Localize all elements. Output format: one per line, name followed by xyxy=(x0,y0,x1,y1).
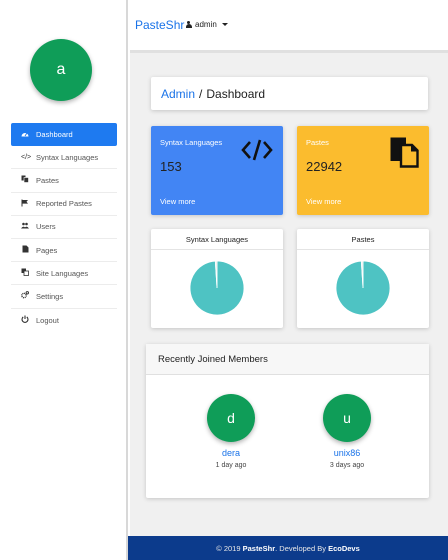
profile-initial: a xyxy=(56,61,66,78)
member-joined-time: 3 days ago xyxy=(329,462,365,469)
member-item[interactable]: u unix86 3 days ago xyxy=(312,394,382,469)
avatar[interactable]: u xyxy=(323,394,371,442)
chart-card-pastes: Pastes xyxy=(297,229,429,328)
footer: © 2019 PasteShr. Developed By EcoDevs xyxy=(128,536,448,560)
sidebar-item-label: Pages xyxy=(36,245,58,255)
user-name: admin xyxy=(195,20,217,29)
sidebar-item-label: Users xyxy=(36,222,56,232)
sidebar-item-label: Reported Pastes xyxy=(36,199,92,209)
member-name-link[interactable]: unix86 xyxy=(312,448,382,458)
stat-title: Pastes xyxy=(306,138,329,147)
stat-card-syntax-languages: Syntax Languages 153 View more xyxy=(151,126,283,215)
sidebar-item-site-languages[interactable]: Site Languages xyxy=(11,262,117,286)
view-more-link[interactable]: View more xyxy=(306,197,341,206)
cogs-icon xyxy=(21,291,30,301)
code-icon xyxy=(241,138,273,167)
pie-chart xyxy=(189,260,245,316)
power-icon xyxy=(21,315,29,325)
stat-value: 22942 xyxy=(306,159,343,174)
view-more-link[interactable]: View more xyxy=(160,197,195,206)
dashboard-icon xyxy=(21,130,29,139)
copy-icon xyxy=(389,136,419,173)
sidebar-item-label: Pastes xyxy=(36,175,59,185)
card-title: Recently Joined Members xyxy=(146,344,429,375)
users-icon xyxy=(21,222,29,231)
stat-title: Syntax Languages xyxy=(160,138,223,147)
main-content: Admin / Dashboard Syntax Languages 153 V… xyxy=(130,50,448,536)
breadcrumb-admin-link[interactable]: Admin xyxy=(161,87,195,101)
user-icon xyxy=(185,20,192,29)
sidebar-item-label: Logout xyxy=(36,315,59,325)
brand-link[interactable]: PasteShr xyxy=(135,18,184,32)
member-item[interactable]: d dera 1 day ago xyxy=(196,394,266,469)
sidebar: a Dashboard </> Syntax Languages Pastes … xyxy=(0,0,128,560)
top-navbar: PasteShr admin xyxy=(128,0,448,50)
member-name-link[interactable]: dera xyxy=(196,448,266,458)
sidebar-item-pastes[interactable]: Pastes xyxy=(11,169,117,193)
language-icon xyxy=(21,268,29,278)
footer-developed-by: . Developed By xyxy=(275,543,326,553)
sidebar-item-users[interactable]: Users xyxy=(11,216,117,239)
chart-card-syntax-languages: Syntax Languages xyxy=(151,229,283,328)
code-icon: </> xyxy=(21,153,32,161)
stat-card-pastes: Pastes 22942 View more xyxy=(297,126,429,215)
profile-avatar[interactable]: a xyxy=(30,39,92,101)
user-dropdown[interactable]: admin xyxy=(185,20,228,29)
chart-title: Pastes xyxy=(297,229,429,250)
member-joined-time: 1 day ago xyxy=(215,462,247,469)
sidebar-item-logout[interactable]: Logout xyxy=(11,309,117,332)
sidebar-item-pages[interactable]: Pages xyxy=(11,239,117,263)
breadcrumb-separator: / xyxy=(199,86,203,101)
chart-title: Syntax Languages xyxy=(151,229,283,250)
sidebar-item-label: Settings xyxy=(36,291,64,301)
sidebar-item-label: Dashboard xyxy=(36,130,73,140)
pie-chart xyxy=(335,260,391,316)
sidebar-item-settings[interactable]: Settings xyxy=(11,285,117,309)
sidebar-item-label: Syntax Languages xyxy=(36,152,99,162)
footer-brand: PasteShr xyxy=(242,543,276,553)
copy-icon xyxy=(21,175,29,185)
sidebar-item-label: Site Languages xyxy=(36,268,89,278)
sidebar-item-dashboard[interactable]: Dashboard xyxy=(11,123,117,147)
breadcrumb-current: Dashboard xyxy=(206,86,266,101)
stat-value: 153 xyxy=(160,159,182,174)
footer-copyright: © 2019 xyxy=(216,543,241,553)
flag-icon xyxy=(21,199,29,209)
avatar-initial: u xyxy=(343,410,351,426)
file-icon xyxy=(21,245,29,255)
avatar[interactable]: d xyxy=(207,394,255,442)
caret-down-icon xyxy=(221,23,228,26)
footer-developer: EcoDevs xyxy=(328,543,360,553)
sidebar-nav: Dashboard </> Syntax Languages Pastes Re… xyxy=(11,123,117,332)
sidebar-item-syntax-languages[interactable]: </> Syntax Languages xyxy=(11,146,117,170)
sidebar-item-reported-pastes[interactable]: Reported Pastes xyxy=(11,193,117,216)
breadcrumb: Admin / Dashboard xyxy=(151,77,428,110)
avatar-initial: d xyxy=(227,410,235,426)
recent-members-card: Recently Joined Members d dera 1 day ago… xyxy=(146,344,429,498)
